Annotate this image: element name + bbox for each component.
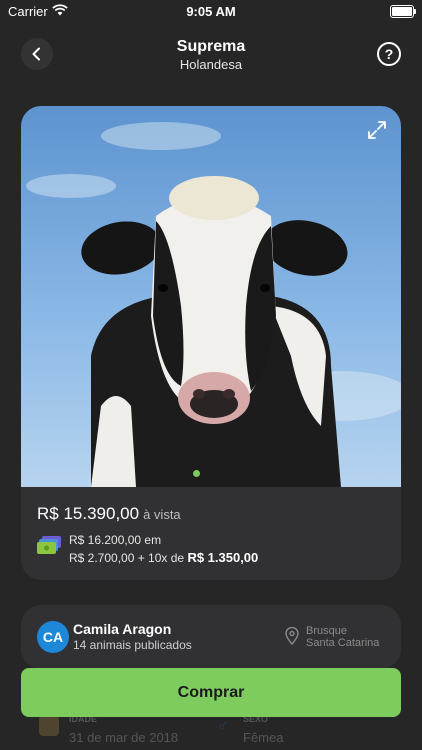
female-icon: ♂ — [217, 718, 229, 735]
seller-publication-count: 14 animais publicados — [73, 638, 192, 652]
price-main: R$ 15.390,00 à vista — [37, 504, 181, 524]
price-suffix: à vista — [143, 507, 181, 522]
installment-breakdown: R$ 2.700,00 + 10x de R$ 1.350,00 — [69, 550, 258, 565]
installment-prefix: R$ 2.700,00 + 10x de — [69, 551, 188, 565]
seller-city: Brusque — [306, 625, 347, 637]
product-card: R$ 15.390,00 à vista R$ 16.200,00 em R$ 2… — [21, 106, 401, 580]
installment-amount: R$ 1.350,00 — [187, 550, 259, 565]
price-value: R$ 15.390,00 — [37, 504, 140, 523]
money-icon — [37, 536, 61, 554]
cow-photo[interactable] — [21, 106, 401, 487]
status-bar: Carrier 9:05 AM — [0, 0, 422, 22]
buy-button[interactable]: Comprar — [21, 668, 401, 717]
expand-icon[interactable] — [367, 120, 387, 140]
status-time: 9:05 AM — [186, 4, 236, 19]
installment-total: R$ 16.200,00 em — [69, 533, 162, 547]
help-button[interactable]: ? — [377, 42, 401, 66]
cake-icon — [39, 716, 59, 736]
question-icon: ? — [384, 46, 394, 62]
page-subtitle: Holandesa — [179, 57, 243, 72]
page-indicator-dot — [193, 470, 200, 477]
seller-location: Brusque Santa Catarina — [306, 625, 379, 649]
battery-icon — [390, 5, 416, 18]
age-value: 31 de mar de 2018 — [69, 730, 179, 745]
seller-name: Camila Aragon — [73, 621, 172, 637]
sex-value: Fêmea — [243, 730, 284, 745]
seller-card[interactable]: CA Camila Aragon 14 animais publicados B… — [21, 605, 401, 669]
page-title: Suprema — [176, 38, 246, 55]
seller-state: Santa Catarina — [306, 637, 380, 649]
location-pin-icon — [285, 627, 299, 645]
avatar: CA — [37, 621, 69, 653]
